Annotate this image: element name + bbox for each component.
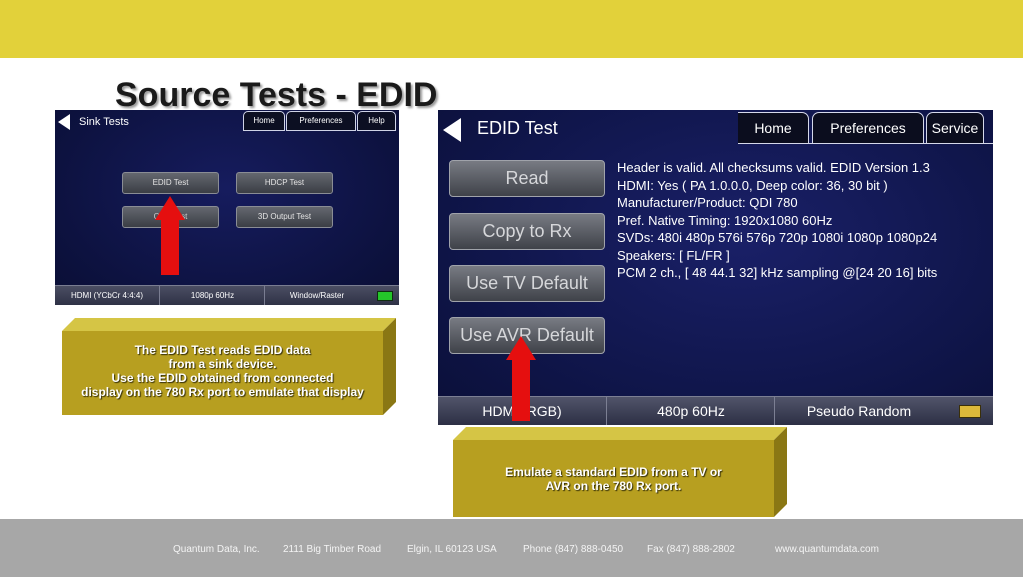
callout-line: Use the EDID obtained from connected — [111, 371, 334, 385]
status-bar: HDMI (YCbCr 4:4:4) 1080p 60Hz Window/Ras… — [55, 285, 399, 305]
callout-line: AVR on the 780 Rx port. — [545, 479, 682, 493]
tab-preferences[interactable]: Preferences — [812, 112, 924, 144]
edid-info-line: Header is valid. All checksums valid. ED… — [617, 160, 930, 175]
arrow-up-icon — [155, 196, 185, 220]
footer: Quantum Data, Inc. 2111 Big Timber Road … — [0, 519, 1023, 577]
callout-line: Emulate a standard EDID from a TV or — [505, 465, 722, 479]
tab-home[interactable]: Home — [738, 112, 809, 144]
3d-output-test-button[interactable]: 3D Output Test — [236, 206, 333, 228]
read-button[interactable]: Read — [449, 160, 605, 197]
status-pattern[interactable]: Pseudo Random — [774, 397, 943, 425]
battery-icon — [377, 291, 393, 301]
arrow-up-icon — [506, 336, 536, 360]
footer-city: Elgin, IL 60123 USA — [407, 544, 497, 555]
callout-line: display on the 780 Rx port to emulate th… — [81, 385, 364, 399]
callout-line: from a sink device. — [168, 357, 277, 371]
back-arrow-icon[interactable] — [443, 118, 461, 142]
callout-bevel — [774, 427, 787, 517]
status-timing[interactable]: 480p 60Hz — [606, 397, 775, 425]
footer-company: Quantum Data, Inc. — [173, 544, 260, 555]
edid-info-line: SVDs: 480i 480p 576i 576p 720p 1080i 108… — [617, 230, 938, 245]
callout-bevel — [383, 318, 396, 415]
edid-info-line: PCM 2 ch., [ 48 44.1 32] kHz sampling @[… — [617, 265, 938, 280]
callout-left: The EDID Test reads EDID data from a sin… — [62, 331, 383, 415]
arrow-shaft — [161, 219, 179, 275]
callout-right: Emulate a standard EDID from a TV or AVR… — [453, 440, 774, 517]
back-arrow-icon[interactable] — [58, 114, 70, 130]
footer-fax: Fax (847) 888-2802 — [647, 544, 735, 555]
screen-title: EDID Test — [477, 118, 558, 138]
tab-service[interactable]: Service — [926, 112, 984, 144]
sink-tests-screen: Sink Tests Home Preferences Help EDID Te… — [55, 110, 399, 305]
edid-test-button[interactable]: EDID Test — [122, 172, 219, 194]
footer-address: 2111 Big Timber Road — [283, 544, 382, 555]
callout-bevel — [62, 318, 396, 331]
slide-title: Source Tests - EDID — [115, 76, 438, 114]
screen-title: Sink Tests — [79, 116, 129, 128]
battery-icon — [959, 405, 981, 418]
top-banner — [0, 0, 1023, 58]
copy-to-rx-button[interactable]: Copy to Rx — [449, 213, 605, 250]
tab-underline — [738, 143, 993, 144]
callout-bevel — [453, 427, 787, 440]
status-pattern[interactable]: Window/Raster — [264, 286, 369, 305]
edid-info-line: Pref. Native Timing: 1920x1080 60Hz — [617, 212, 833, 228]
footer-phone: Phone (847) 888-0450 — [523, 544, 624, 555]
use-tv-default-button[interactable]: Use TV Default — [449, 265, 605, 302]
edid-info-panel: Header is valid. All checksums valid. ED… — [617, 159, 937, 282]
arrow-shaft — [512, 359, 530, 421]
status-timing[interactable]: 1080p 60Hz — [159, 286, 265, 305]
edid-info-line: Speakers: [ FL/FR ] — [617, 247, 730, 263]
callout-line: The EDID Test reads EDID data — [134, 343, 311, 357]
status-signal[interactable]: HDMI (YCbCr 4:4:4) — [55, 286, 159, 305]
hdcp-test-button[interactable]: HDCP Test — [236, 172, 333, 194]
edid-info-line: HDMI: Yes ( PA 1.0.0.0, Deep color: 36, … — [617, 177, 888, 193]
footer-website-link[interactable]: www.quantumdata.com — [775, 544, 879, 555]
edid-info-line: Manufacturer/Product: QDI 780 — [617, 195, 798, 210]
